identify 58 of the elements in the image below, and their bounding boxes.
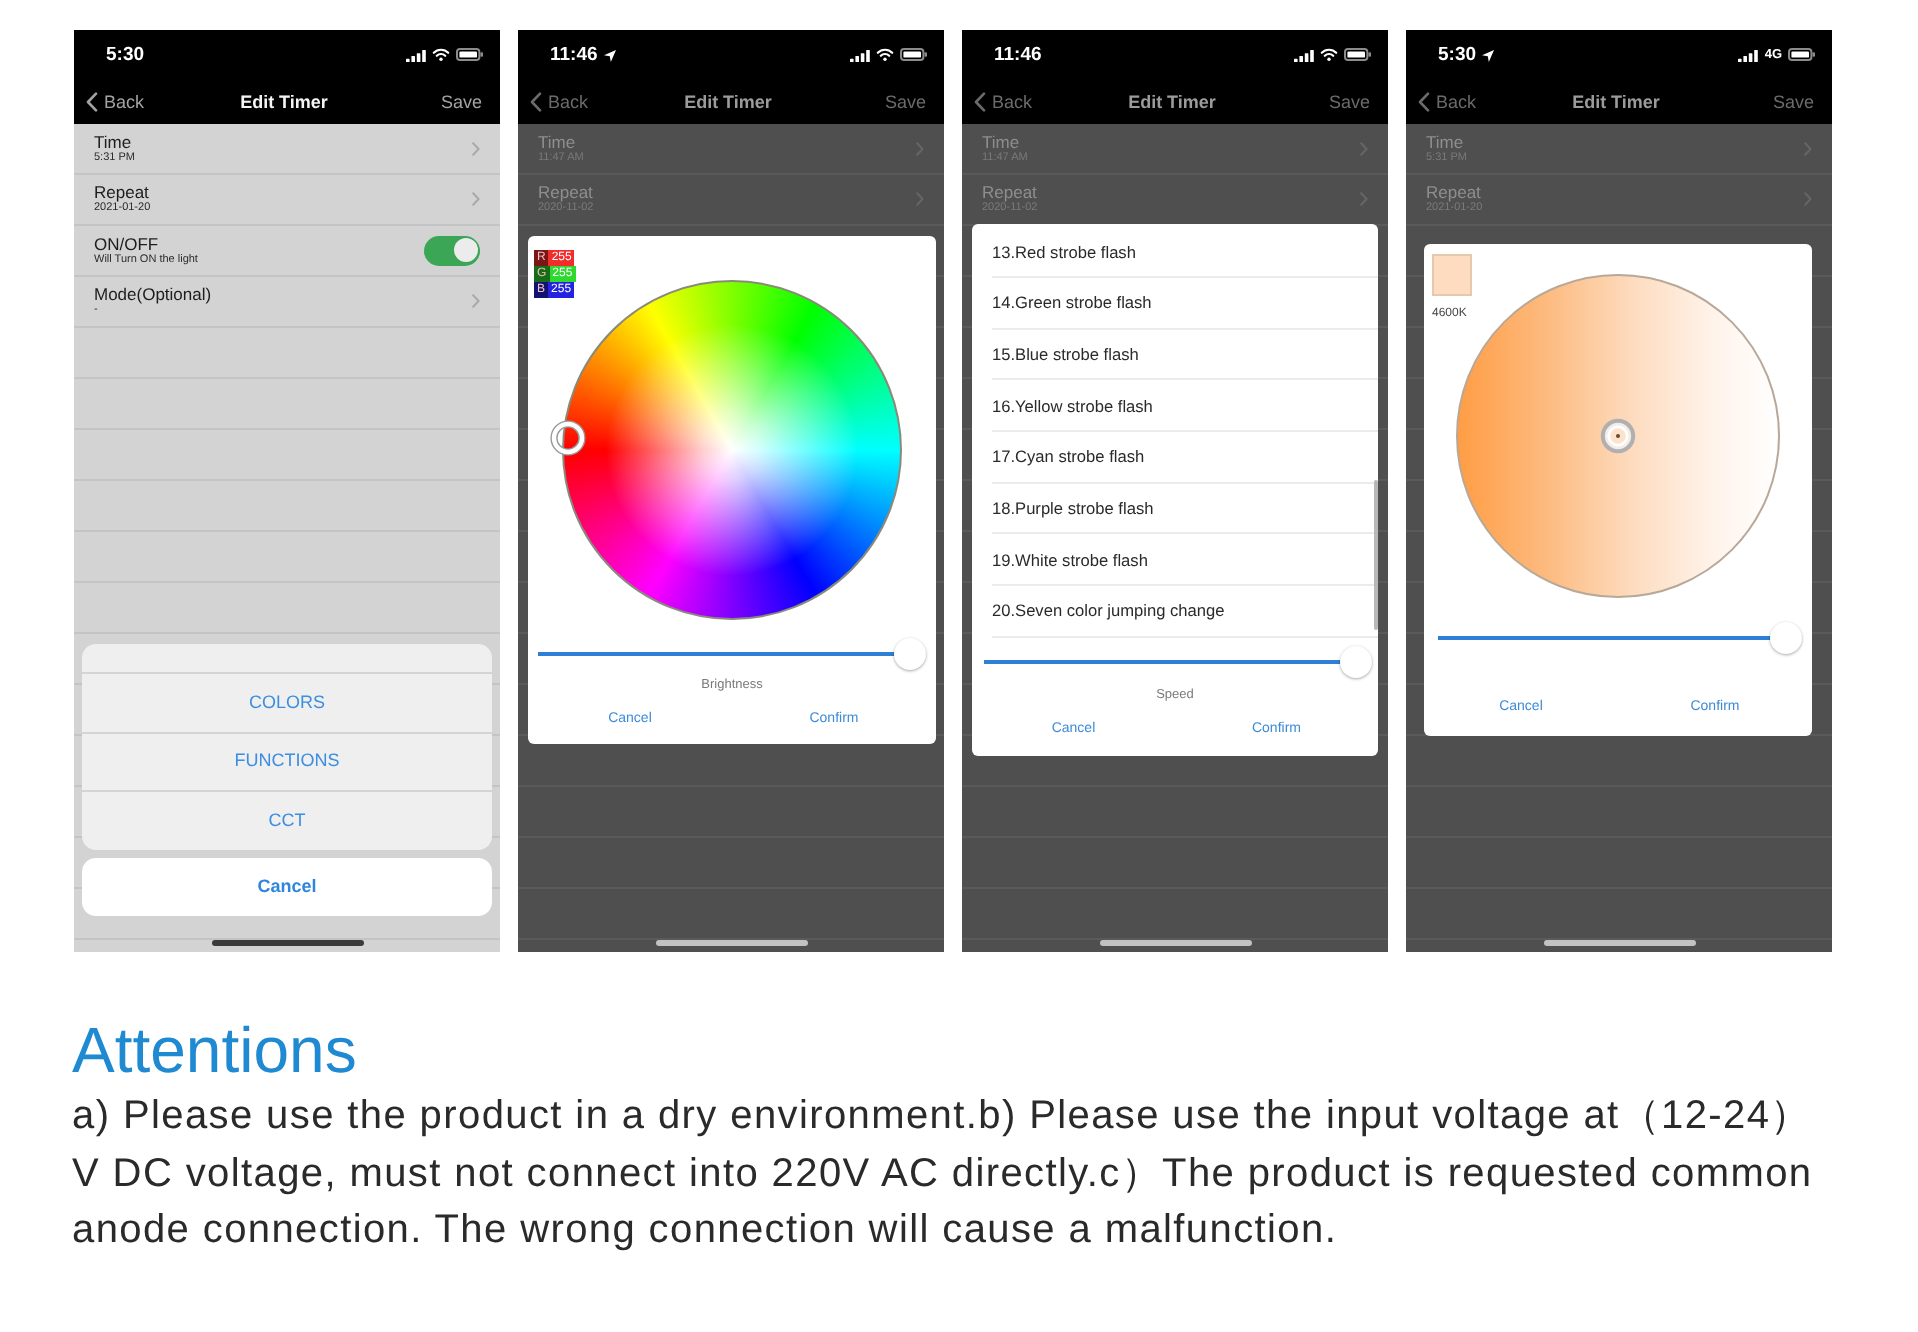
cancel-button[interactable]: Cancel: [82, 857, 492, 915]
back-button[interactable]: Back: [1418, 91, 1477, 113]
save-button[interactable]: Save: [1772, 91, 1814, 113]
notice-paragraph: a) Please use the product in a dry environment.b) Please use the input voltage at（12-24）V DC voltage, must not connect into 220V AC directly.c）The product is requested common anode connection. The wrong connection will cause a malfunction.: [72, 1092, 1815, 1256]
chevron-right-icon: [472, 141, 480, 156]
chevron-left-icon[interactable]: [974, 92, 986, 112]
slider-thumb[interactable]: [1340, 646, 1372, 679]
screen-title: Edit Timer: [240, 91, 328, 113]
signal-icon: [406, 49, 426, 61]
picker-ring-icon[interactable]: [1600, 418, 1636, 454]
row-title: ON/OFF: [94, 233, 159, 254]
row-title: Repeat: [538, 182, 593, 203]
function-option[interactable]: 13.Red strobe flash: [992, 226, 1378, 278]
save-button[interactable]: Save: [1328, 91, 1370, 113]
chevron-right-icon: [472, 294, 480, 309]
battery-icon: [900, 48, 928, 62]
signal-icon: [850, 49, 870, 61]
row-title: Repeat: [1426, 182, 1481, 203]
chevron-left-icon[interactable]: [86, 92, 98, 112]
save-button[interactable]: Save: [440, 91, 482, 113]
row-title: Repeat: [982, 182, 1037, 203]
signal-icon: [1294, 49, 1314, 61]
picker-ring-icon[interactable]: [550, 420, 586, 456]
status-time: 5:30: [1438, 44, 1477, 66]
section-heading: Attentions: [72, 1014, 357, 1086]
sheet-option[interactable]: CCT: [82, 790, 492, 849]
row-title: Time: [1426, 131, 1464, 152]
battery-icon: [1344, 48, 1372, 62]
row-title: Time: [94, 131, 132, 152]
row-title: Time: [538, 131, 576, 152]
chevron-left-icon[interactable]: [1418, 92, 1430, 112]
screen-title: Edit Timer: [1572, 91, 1660, 113]
slider-thumb[interactable]: [1770, 622, 1802, 654]
screen-title: Edit Timer: [1128, 91, 1216, 113]
back-button[interactable]: Back: [974, 91, 1033, 113]
chevron-right-icon: [472, 192, 480, 207]
back-button[interactable]: Back: [530, 91, 589, 113]
function-option[interactable]: 15.Blue strobe flash: [992, 329, 1378, 381]
row-title: Time: [982, 131, 1020, 152]
sheet-option[interactable]: FUNCTIONS: [82, 731, 492, 790]
sheet-option[interactable]: COLORS: [82, 672, 492, 731]
status-time: 11:46: [550, 44, 598, 66]
function-option[interactable]: 16.Yellow strobe flash: [992, 380, 1378, 433]
row-title: Repeat: [94, 182, 149, 203]
save-button[interactable]: Save: [884, 91, 926, 113]
status-time: 5:30: [106, 44, 145, 66]
status-time: 11:46: [994, 44, 1042, 66]
battery-icon: [1788, 48, 1816, 62]
slider-thumb[interactable]: [894, 638, 926, 670]
screen-title: Edit Timer: [684, 91, 772, 113]
row-title: Mode(Optional): [94, 284, 212, 305]
function-option[interactable]: 14.Green strobe flash: [992, 277, 1378, 330]
chevron-left-icon[interactable]: [530, 92, 542, 112]
toggle-switch[interactable]: [424, 235, 480, 266]
function-option[interactable]: 17.Cyan strobe flash: [992, 432, 1378, 484]
battery-icon: [456, 48, 484, 62]
signal-icon: [1738, 49, 1759, 61]
back-button[interactable]: Back: [86, 91, 145, 113]
